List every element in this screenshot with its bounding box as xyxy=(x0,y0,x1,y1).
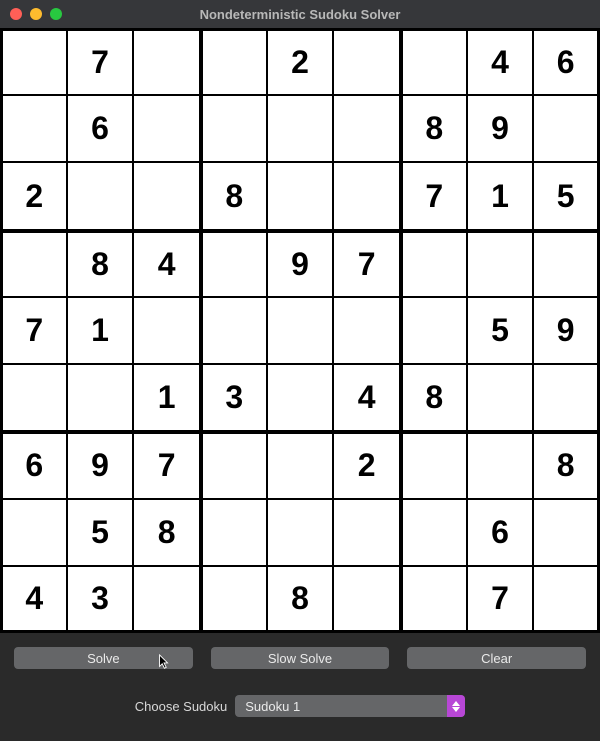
cell-r8-c5[interactable] xyxy=(333,566,400,633)
cell-r5-c5[interactable]: 4 xyxy=(333,364,400,431)
cell-r2-c8[interactable]: 5 xyxy=(533,162,600,229)
cell-r7-c6[interactable] xyxy=(400,499,467,566)
cell-r8-c1[interactable]: 3 xyxy=(67,566,134,633)
cell-r5-c3[interactable]: 3 xyxy=(200,364,267,431)
cell-r4-c7[interactable]: 5 xyxy=(467,297,534,364)
cell-r4-c8[interactable]: 9 xyxy=(533,297,600,364)
cell-r3-c0[interactable] xyxy=(0,230,67,297)
close-icon[interactable] xyxy=(10,8,22,20)
cell-r7-c4[interactable] xyxy=(267,499,334,566)
cell-r2-c4[interactable] xyxy=(267,162,334,229)
cell-r2-c7[interactable]: 1 xyxy=(467,162,534,229)
cell-r8-c4[interactable]: 8 xyxy=(267,566,334,633)
solve-button[interactable]: Solve xyxy=(14,647,193,669)
cell-r5-c8[interactable] xyxy=(533,364,600,431)
cell-r2-c5[interactable] xyxy=(333,162,400,229)
cell-r5-c2[interactable]: 1 xyxy=(133,364,200,431)
cell-r6-c0[interactable]: 6 xyxy=(0,431,67,498)
sudoku-select[interactable]: Sudoku 1 xyxy=(235,695,465,717)
cell-r2-c0[interactable]: 2 xyxy=(0,162,67,229)
cell-r5-c1[interactable] xyxy=(67,364,134,431)
cell-r7-c8[interactable] xyxy=(533,499,600,566)
minimize-icon[interactable] xyxy=(30,8,42,20)
cell-r5-c0[interactable] xyxy=(0,364,67,431)
cell-r5-c4[interactable] xyxy=(267,364,334,431)
cell-r8-c7[interactable]: 7 xyxy=(467,566,534,633)
cell-r7-c1[interactable]: 5 xyxy=(67,499,134,566)
sudoku-board-container: 724668928715849771591348697285864387 xyxy=(0,28,600,633)
cell-r7-c3[interactable] xyxy=(200,499,267,566)
cell-r0-c0[interactable] xyxy=(0,28,67,95)
cell-r1-c8[interactable] xyxy=(533,95,600,162)
cell-r1-c1[interactable]: 6 xyxy=(67,95,134,162)
cell-r0-c6[interactable] xyxy=(400,28,467,95)
cell-r7-c0[interactable] xyxy=(0,499,67,566)
cell-r0-c3[interactable] xyxy=(200,28,267,95)
cell-r5-c6[interactable]: 8 xyxy=(400,364,467,431)
chooser-label: Choose Sudoku xyxy=(135,699,228,714)
cell-r8-c6[interactable] xyxy=(400,566,467,633)
cell-r2-c1[interactable] xyxy=(67,162,134,229)
cell-r8-c2[interactable] xyxy=(133,566,200,633)
cell-r6-c1[interactable]: 9 xyxy=(67,431,134,498)
window-controls xyxy=(10,8,62,20)
cell-r3-c3[interactable] xyxy=(200,230,267,297)
cell-r6-c7[interactable] xyxy=(467,431,534,498)
titlebar: Nondeterministic Sudoku Solver xyxy=(0,0,600,28)
button-row: Solve Slow Solve Clear xyxy=(0,633,600,677)
cell-r8-c3[interactable] xyxy=(200,566,267,633)
cell-r1-c3[interactable] xyxy=(200,95,267,162)
cell-r0-c1[interactable]: 7 xyxy=(67,28,134,95)
cell-r6-c2[interactable]: 7 xyxy=(133,431,200,498)
maximize-icon[interactable] xyxy=(50,8,62,20)
cell-r4-c3[interactable] xyxy=(200,297,267,364)
cell-r4-c1[interactable]: 1 xyxy=(67,297,134,364)
window-title: Nondeterministic Sudoku Solver xyxy=(10,7,590,22)
cell-r2-c6[interactable]: 7 xyxy=(400,162,467,229)
cell-r6-c6[interactable] xyxy=(400,431,467,498)
cell-r7-c2[interactable]: 8 xyxy=(133,499,200,566)
cell-r2-c2[interactable] xyxy=(133,162,200,229)
cell-r8-c8[interactable] xyxy=(533,566,600,633)
cell-r6-c3[interactable] xyxy=(200,431,267,498)
cell-r1-c2[interactable] xyxy=(133,95,200,162)
clear-button[interactable]: Clear xyxy=(407,647,586,669)
cell-r1-c4[interactable] xyxy=(267,95,334,162)
cell-r1-c7[interactable]: 9 xyxy=(467,95,534,162)
cell-r3-c8[interactable] xyxy=(533,230,600,297)
cell-r7-c5[interactable] xyxy=(333,499,400,566)
cell-r2-c3[interactable]: 8 xyxy=(200,162,267,229)
cell-r6-c4[interactable] xyxy=(267,431,334,498)
cell-r4-c2[interactable] xyxy=(133,297,200,364)
cell-r1-c6[interactable]: 8 xyxy=(400,95,467,162)
cell-r8-c0[interactable]: 4 xyxy=(0,566,67,633)
cell-r6-c5[interactable]: 2 xyxy=(333,431,400,498)
cell-r7-c7[interactable]: 6 xyxy=(467,499,534,566)
cell-r5-c7[interactable] xyxy=(467,364,534,431)
cell-r0-c5[interactable] xyxy=(333,28,400,95)
slow-solve-button[interactable]: Slow Solve xyxy=(211,647,390,669)
cell-r3-c2[interactable]: 4 xyxy=(133,230,200,297)
cell-r1-c5[interactable] xyxy=(333,95,400,162)
cell-r3-c6[interactable] xyxy=(400,230,467,297)
cell-r6-c8[interactable]: 8 xyxy=(533,431,600,498)
cell-r4-c5[interactable] xyxy=(333,297,400,364)
sudoku-board: 724668928715849771591348697285864387 xyxy=(0,28,600,633)
cell-r3-c1[interactable]: 8 xyxy=(67,230,134,297)
select-value: Sudoku 1 xyxy=(235,699,447,714)
cell-r3-c4[interactable]: 9 xyxy=(267,230,334,297)
cell-r3-c7[interactable] xyxy=(467,230,534,297)
cell-r4-c6[interactable] xyxy=(400,297,467,364)
cell-r0-c7[interactable]: 4 xyxy=(467,28,534,95)
cell-r0-c8[interactable]: 6 xyxy=(533,28,600,95)
cell-r0-c4[interactable]: 2 xyxy=(267,28,334,95)
cell-r0-c2[interactable] xyxy=(133,28,200,95)
cell-r1-c0[interactable] xyxy=(0,95,67,162)
cell-r4-c0[interactable]: 7 xyxy=(0,297,67,364)
cell-r3-c5[interactable]: 7 xyxy=(333,230,400,297)
chooser-row: Choose Sudoku Sudoku 1 xyxy=(0,677,600,741)
chevron-updown-icon xyxy=(447,695,465,717)
cell-r4-c4[interactable] xyxy=(267,297,334,364)
